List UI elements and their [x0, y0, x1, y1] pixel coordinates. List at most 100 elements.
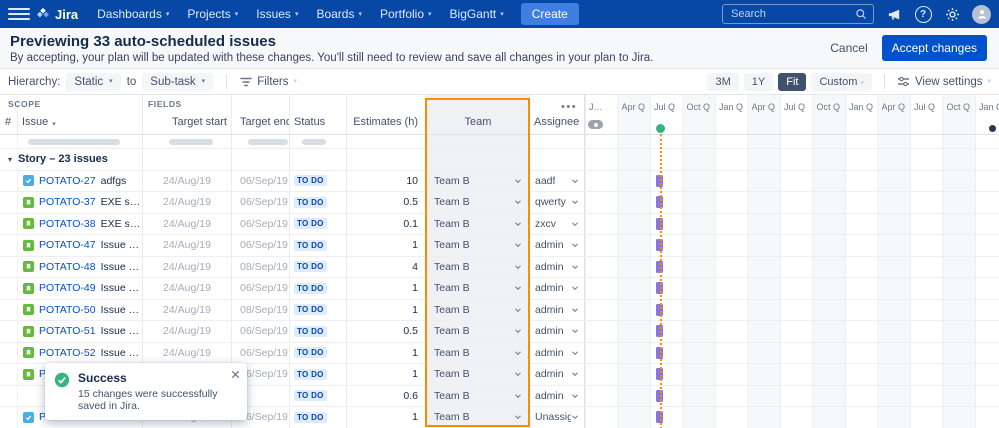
team-cell[interactable]: Team B: [427, 278, 530, 299]
schedule-bar[interactable]: [656, 389, 663, 402]
team-cell[interactable]: Team B: [427, 342, 530, 363]
status-cell[interactable]: TO DO: [290, 342, 347, 363]
jira-logo[interactable]: Jira: [36, 7, 78, 22]
target-end-cell[interactable]: 06/Sep/19: [232, 321, 290, 342]
assignee-cell[interactable]: admin: [530, 364, 585, 385]
target-end-cell[interactable]: 08/Sep/19: [232, 299, 290, 320]
user-avatar[interactable]: [972, 4, 991, 24]
close-icon[interactable]: [231, 370, 240, 379]
team-cell[interactable]: Team B: [427, 321, 530, 342]
table-row[interactable]: POTATO-51 Issue demonstrating t… 24/Aug/19…: [0, 321, 999, 343]
assignee-cell[interactable]: admin: [530, 235, 585, 256]
estimate-cell[interactable]: 0.6: [347, 385, 427, 406]
collapse-caret-icon[interactable]: ▾: [8, 155, 12, 164]
schedule-bar[interactable]: [656, 260, 663, 273]
estimate-cell[interactable]: 1: [347, 299, 427, 320]
zoom-custom-button[interactable]: Custom ▾: [811, 72, 872, 91]
filters-button[interactable]: Filters ▾: [240, 76, 297, 88]
issue-cell[interactable]: POTATO-37 EXE summary: [18, 192, 143, 213]
estimate-cell[interactable]: 1: [347, 342, 427, 363]
status-cell[interactable]: TO DO: [290, 192, 347, 213]
estimate-cell[interactable]: 4: [347, 256, 427, 277]
target-start-cell[interactable]: 24/Aug/19: [143, 213, 232, 234]
estimate-cell[interactable]: 0.5: [347, 321, 427, 342]
table-row[interactable]: POTATO-52 Issue demonstrating t… 24/Aug/19…: [0, 342, 999, 364]
search-box[interactable]: [722, 4, 874, 24]
hierarchy-to-dropdown[interactable]: Sub-task ▾: [142, 72, 214, 91]
issue-key[interactable]: POTATO-48: [39, 261, 96, 273]
status-cell[interactable]: TO DO: [290, 278, 347, 299]
assignee-cell[interactable]: admin: [530, 385, 585, 406]
team-cell[interactable]: Team B: [427, 170, 530, 191]
timeline-header[interactable]: Jan Apr Q Jul Q Oct Q Jan Q Apr Q Jul Q Oct Q Ja…: [585, 95, 999, 134]
issue-cell[interactable]: POTATO-51 Issue demonstrating t…: [18, 321, 143, 342]
eye-icon[interactable]: [588, 120, 603, 129]
schedule-bar[interactable]: [656, 303, 663, 316]
table-row[interactable]: POTATO-27 adfgs 24/Aug/19 06/Sep/19 TO DO 10 T…: [0, 170, 999, 192]
estimate-cell[interactable]: 1: [347, 235, 427, 256]
nav-item-biggantt[interactable]: BigGantt ▾: [441, 0, 513, 28]
issue-key[interactable]: POTATO-37: [39, 196, 96, 208]
schedule-bar[interactable]: [656, 282, 663, 294]
nav-item-portfolio[interactable]: Portfolio ▾: [371, 0, 441, 28]
settings-gear-icon[interactable]: [943, 5, 961, 23]
table-row[interactable]: POTATO-37 EXE summary 24/Aug/19 06/Sep/19 TO…: [0, 192, 999, 214]
table-row[interactable]: POTATO-47 Issue demonstrating t… 24/Aug/19…: [0, 235, 999, 257]
zoom-fit-button[interactable]: Fit: [778, 72, 807, 91]
schedule-bar[interactable]: [656, 411, 663, 423]
assignee-cell[interactable]: admin: [530, 299, 585, 320]
assignee-cell[interactable]: qwerty: [530, 192, 585, 213]
team-cell[interactable]: Team B: [427, 192, 530, 213]
issue-key[interactable]: POTATO-27: [39, 175, 96, 187]
hamburger-menu-icon[interactable]: [8, 6, 30, 22]
create-button[interactable]: Create: [520, 3, 579, 25]
schedule-bar[interactable]: [656, 174, 663, 187]
assignee-cell[interactable]: admin: [530, 342, 585, 363]
hierarchy-from-dropdown[interactable]: Static ▾: [66, 72, 121, 91]
target-start-cell[interactable]: 24/Aug/19: [143, 235, 232, 256]
target-start-cell[interactable]: 24/Aug/19: [143, 342, 232, 363]
group-header-cell[interactable]: ▾ Story – 23 issues: [0, 149, 143, 170]
assignee-cell[interactable]: admin: [530, 321, 585, 342]
status-cell[interactable]: TO DO: [290, 256, 347, 277]
status-cell[interactable]: TO DO: [290, 407, 347, 428]
nav-item-dashboards[interactable]: Dashboards ▾: [88, 0, 178, 28]
status-cell[interactable]: TO DO: [290, 321, 347, 342]
target-end-cell[interactable]: 06/Sep/19: [232, 192, 290, 213]
status-cell[interactable]: TO DO: [290, 170, 347, 191]
assignee-cell[interactable]: admin: [530, 256, 585, 277]
cancel-button[interactable]: Cancel: [830, 41, 867, 55]
status-cell[interactable]: TO DO: [290, 299, 347, 320]
team-cell[interactable]: Team B: [427, 235, 530, 256]
column-header-status[interactable]: Status: [290, 95, 347, 134]
nav-item-projects[interactable]: Projects ▾: [178, 0, 247, 28]
issue-key[interactable]: POTATO-52: [39, 347, 96, 359]
issue-key[interactable]: POTATO-50: [39, 304, 96, 316]
status-cell[interactable]: TO DO: [290, 235, 347, 256]
issue-key[interactable]: POTATO-47: [39, 239, 96, 251]
target-end-cell[interactable]: 06/Sep/19: [232, 342, 290, 363]
target-end-cell[interactable]: 06/Sep/19: [232, 213, 290, 234]
team-cell[interactable]: Team B: [427, 364, 530, 385]
issue-cell[interactable]: POTATO-48 Issue demonstrating t…: [18, 256, 143, 277]
assignee-cell[interactable]: admin: [530, 278, 585, 299]
issue-cell[interactable]: POTATO-50 Issue demonstrating t…: [18, 299, 143, 320]
team-cell[interactable]: Team B: [427, 256, 530, 277]
help-icon[interactable]: ?: [914, 5, 932, 23]
target-start-cell[interactable]: 24/Aug/19: [143, 170, 232, 191]
issue-cell[interactable]: POTATO-52 Issue demonstrating t…: [18, 342, 143, 363]
target-start-cell[interactable]: 24/Aug/19: [143, 321, 232, 342]
issue-key[interactable]: POTATO-49: [39, 282, 96, 294]
target-end-cell[interactable]: 06/Sep/19: [232, 170, 290, 191]
target-end-cell[interactable]: 06/Sep/19: [232, 278, 290, 299]
team-cell[interactable]: Team B: [427, 385, 530, 406]
column-header-estimates[interactable]: Estimates (h): [347, 95, 427, 134]
estimate-cell[interactable]: 0.1: [347, 213, 427, 234]
estimate-cell[interactable]: 1: [347, 278, 427, 299]
schedule-bar[interactable]: [656, 325, 663, 337]
issue-cell[interactable]: POTATO-49 Issue demonstrating t…: [18, 278, 143, 299]
target-end-cell[interactable]: 08/Sep/19: [232, 256, 290, 277]
estimate-cell[interactable]: 0.5: [347, 192, 427, 213]
table-row[interactable]: POTATO-38 EXE summary 24/Aug/19 06/Sep/19 TO…: [0, 213, 999, 235]
column-header-target-end[interactable]: Target end: [232, 95, 290, 134]
